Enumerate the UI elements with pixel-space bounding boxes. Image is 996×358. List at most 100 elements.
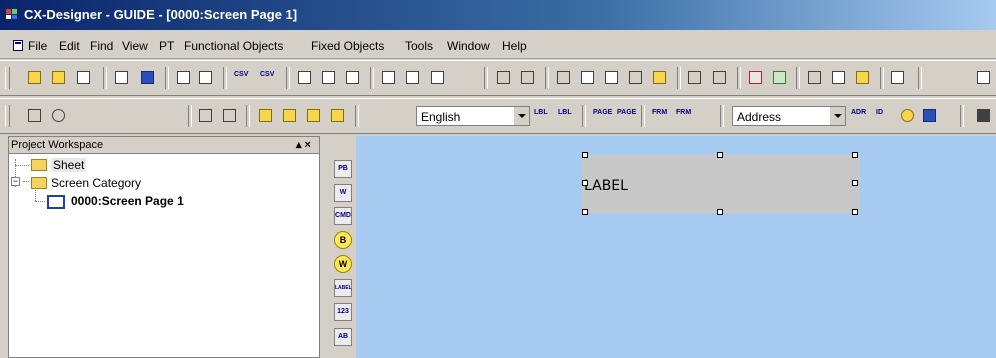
resize-handle[interactable] bbox=[717, 209, 723, 215]
arc-tool[interactable] bbox=[166, 108, 182, 124]
display-select[interactable]: Address bbox=[732, 106, 846, 126]
tree-item-screen-page[interactable]: 0000:Screen Page 1 bbox=[9, 193, 249, 211]
rectangle-tool[interactable] bbox=[27, 108, 43, 124]
workspace-header[interactable]: Project Workspace ▴ × bbox=[9, 137, 319, 154]
arrange-icon bbox=[331, 109, 344, 122]
pushbutton-tool[interactable]: PB bbox=[334, 160, 352, 178]
properties-button[interactable] bbox=[198, 70, 214, 86]
menu-find[interactable]: Find bbox=[90, 39, 113, 53]
menu-edit[interactable]: Edit bbox=[59, 39, 80, 53]
redo-button[interactable] bbox=[520, 70, 536, 86]
string-display-tool[interactable]: AB bbox=[334, 328, 352, 346]
resize-handle[interactable] bbox=[852, 180, 858, 186]
menu-window[interactable]: Window bbox=[447, 39, 490, 53]
tool-button-1[interactable] bbox=[297, 70, 313, 86]
new-folder-button[interactable] bbox=[27, 70, 43, 86]
tree-item-sheet[interactable]: Sheet bbox=[9, 157, 129, 173]
tool-button-3[interactable] bbox=[345, 70, 361, 86]
resize-handle[interactable] bbox=[582, 209, 588, 215]
find-button[interactable] bbox=[687, 70, 703, 86]
menu-help[interactable]: Help bbox=[502, 39, 527, 53]
zoom-button[interactable] bbox=[900, 108, 916, 124]
tool-button-2[interactable] bbox=[321, 70, 337, 86]
menu-functional-objects[interactable]: Functional Objects bbox=[184, 39, 283, 53]
collapse-icon[interactable]: − bbox=[11, 177, 20, 186]
page-prev-button[interactable]: PAGE bbox=[593, 108, 612, 124]
copy-button[interactable] bbox=[580, 70, 596, 86]
align-button-1[interactable] bbox=[198, 108, 214, 124]
save-button[interactable] bbox=[140, 70, 156, 86]
chevron-down-icon[interactable] bbox=[829, 107, 845, 125]
open-button[interactable] bbox=[51, 70, 67, 86]
separator bbox=[103, 67, 107, 89]
resize-handle[interactable] bbox=[582, 152, 588, 158]
resize-handle[interactable] bbox=[717, 152, 723, 158]
page-button[interactable] bbox=[381, 70, 397, 86]
list-button[interactable] bbox=[890, 70, 906, 86]
cut-button[interactable] bbox=[556, 70, 572, 86]
new-button[interactable] bbox=[114, 70, 130, 86]
arrange-button-3[interactable] bbox=[306, 108, 322, 124]
database-button[interactable] bbox=[772, 70, 788, 86]
chevron-down-icon[interactable] bbox=[513, 107, 529, 125]
arrange-icon bbox=[307, 109, 320, 122]
menu-tools[interactable]: Tools bbox=[405, 39, 433, 53]
language-select[interactable]: English bbox=[416, 106, 530, 126]
arrange-button-4[interactable] bbox=[330, 108, 346, 124]
menu-pt[interactable]: PT bbox=[159, 39, 174, 53]
menu-file[interactable]: File bbox=[28, 39, 47, 53]
undo-button[interactable] bbox=[496, 70, 512, 86]
arrange-button-2[interactable] bbox=[282, 108, 298, 124]
frame-prev-button[interactable]: FRM bbox=[652, 108, 668, 124]
frame-next-button[interactable]: FRM bbox=[676, 108, 692, 124]
check-button[interactable] bbox=[748, 70, 764, 86]
grid-button[interactable] bbox=[976, 108, 992, 124]
pin-button[interactable] bbox=[807, 70, 823, 86]
arrange-button-1[interactable] bbox=[258, 108, 274, 124]
screen-canvas[interactable]: LABEL bbox=[356, 136, 996, 358]
csv-export-button[interactable]: CSV bbox=[260, 70, 276, 86]
open-check-button[interactable] bbox=[855, 70, 871, 86]
align-button-2[interactable] bbox=[222, 108, 238, 124]
more-button[interactable] bbox=[976, 70, 992, 86]
validate-button[interactable] bbox=[831, 70, 847, 86]
polygon-tool[interactable] bbox=[122, 108, 138, 124]
word-lamp-tool[interactable]: W bbox=[334, 255, 352, 273]
folder-icon bbox=[31, 159, 47, 171]
transfer-icon bbox=[653, 71, 666, 84]
replace-button[interactable] bbox=[712, 70, 728, 86]
line-tool[interactable] bbox=[75, 108, 91, 124]
toolbar-grip[interactable] bbox=[5, 67, 10, 89]
open-project-button[interactable] bbox=[76, 70, 92, 86]
wordbutton-tool[interactable]: W bbox=[334, 184, 352, 202]
delete-button[interactable] bbox=[628, 70, 644, 86]
numeral-display-tool[interactable]: 123 bbox=[334, 303, 352, 321]
transfer-button[interactable] bbox=[652, 70, 668, 86]
print-button[interactable] bbox=[430, 70, 446, 86]
csv-import-button[interactable]: CSV bbox=[234, 70, 250, 86]
command-button-tool[interactable]: CMD bbox=[334, 207, 352, 225]
resize-handle[interactable] bbox=[852, 152, 858, 158]
label-next-button[interactable]: LBL bbox=[558, 108, 574, 124]
circle-tool[interactable] bbox=[51, 108, 67, 124]
menu-view[interactable]: View bbox=[122, 39, 148, 53]
title-bar[interactable]: CX-Designer - GUIDE - [0000:Screen Page … bbox=[0, 0, 996, 30]
id-button[interactable]: ID bbox=[876, 108, 892, 124]
bit-lamp-tool[interactable]: B bbox=[334, 231, 352, 249]
edit-button[interactable] bbox=[176, 70, 192, 86]
label-prev-button[interactable]: LBL bbox=[534, 108, 550, 124]
resize-handle[interactable] bbox=[582, 180, 588, 186]
resize-handle[interactable] bbox=[852, 209, 858, 215]
page-next-button[interactable]: PAGE bbox=[617, 108, 636, 124]
paste-button[interactable] bbox=[604, 70, 620, 86]
address-button[interactable]: ADR bbox=[851, 108, 867, 124]
sector-tool[interactable] bbox=[144, 108, 160, 124]
polyline-tool[interactable] bbox=[99, 108, 115, 124]
toolbar-grip[interactable] bbox=[5, 105, 10, 127]
tree-item-screen-category[interactable]: − Screen Category bbox=[9, 175, 189, 191]
menu-fixed-objects[interactable]: Fixed Objects bbox=[311, 39, 384, 53]
label-tool[interactable]: LABEL bbox=[334, 279, 352, 297]
print-preview-button[interactable] bbox=[405, 70, 421, 86]
workspace-controls[interactable]: ▴ × bbox=[296, 138, 311, 151]
toggle-button[interactable] bbox=[922, 108, 938, 124]
